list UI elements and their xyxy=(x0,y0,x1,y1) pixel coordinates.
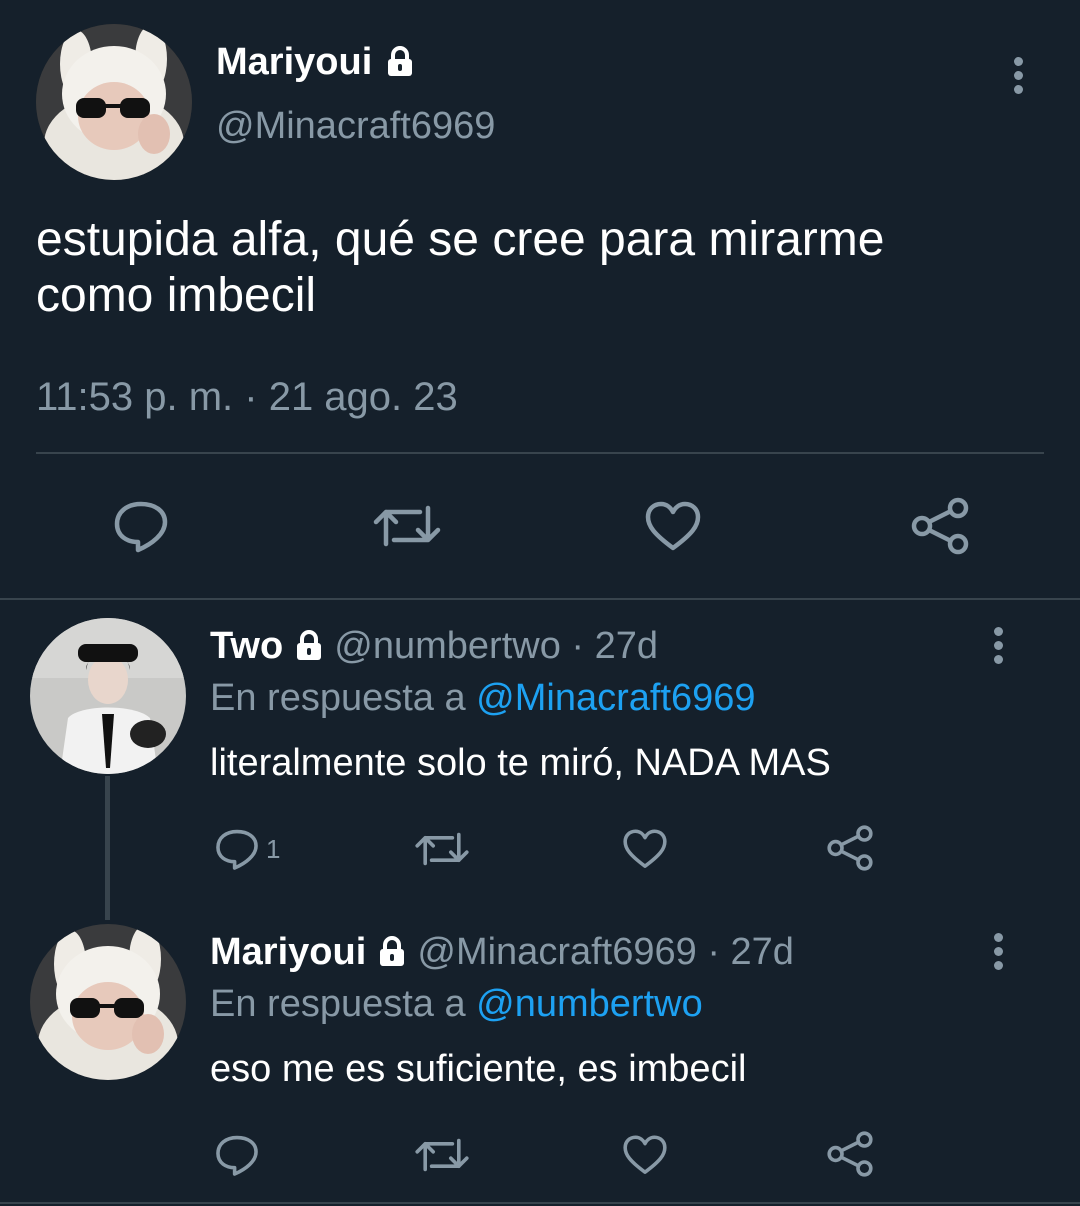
divider xyxy=(36,452,1044,454)
reply-1-like-button[interactable] xyxy=(622,828,668,871)
reply-1-handle[interactable]: @numbertwo xyxy=(334,625,561,667)
reply-1-display-name[interactable]: Two xyxy=(210,625,283,667)
lock-icon xyxy=(379,935,404,966)
retweet-button[interactable] xyxy=(372,500,442,552)
tweet-timestamp[interactable]: 11:53 p. m. · 21 ago. 23 xyxy=(36,374,458,420)
author-handle[interactable]: @Minacraft6969 xyxy=(216,104,495,148)
reply-2-retweet-button[interactable] xyxy=(414,1134,470,1176)
reply-button[interactable] xyxy=(112,498,170,554)
retweet-icon xyxy=(415,1138,469,1172)
avatar-mariyoui[interactable] xyxy=(36,24,192,180)
lock-icon xyxy=(296,629,321,660)
reply-2-in-reply-to: En respuesta a @numbertwo xyxy=(210,982,703,1026)
share-icon xyxy=(827,825,873,871)
retweet-icon xyxy=(415,832,469,866)
share-button[interactable] xyxy=(910,496,970,556)
lock-icon xyxy=(387,45,412,76)
reply-1-reply-count: 1 xyxy=(266,833,281,864)
reply-2-reply-button[interactable] xyxy=(214,1132,260,1178)
reply-1-retweet-button[interactable] xyxy=(414,828,470,870)
avatar-two[interactable] xyxy=(30,618,186,774)
author-name[interactable]: Mariyoui xyxy=(216,40,415,84)
reply-1-share-button[interactable] xyxy=(826,824,874,872)
reply-2-age: · 27d xyxy=(707,931,794,973)
more-vertical-icon[interactable] xyxy=(992,933,1004,975)
reply-icon xyxy=(216,1135,258,1176)
reply-2-like-button[interactable] xyxy=(622,1134,668,1177)
reply-icon xyxy=(114,501,168,553)
reply-2-header: Mariyoui @Minacraft6969 · 27d xyxy=(210,930,794,974)
reply-icon xyxy=(216,829,258,870)
share-icon xyxy=(911,497,969,555)
like-icon xyxy=(623,829,667,868)
reply-1-text: literalmente solo te miró, NADA MAS xyxy=(210,742,831,784)
avatar-mariyoui[interactable] xyxy=(30,924,186,1080)
reply-2-reply-to-link[interactable]: @numbertwo xyxy=(476,983,703,1025)
reply-2-text: eso me es suficiente, es imbecil xyxy=(210,1048,747,1090)
tweet-text: estupida alfa, qué se cree para mirarme … xyxy=(36,212,884,324)
like-icon xyxy=(645,501,701,551)
retweet-icon xyxy=(373,505,441,547)
reply-2-display-name[interactable]: Mariyoui xyxy=(210,931,366,973)
reply-1-age: · 27d xyxy=(571,625,659,667)
reply-1-reply-button[interactable]: 1 xyxy=(214,826,280,872)
thread-connector xyxy=(105,776,110,920)
like-button[interactable] xyxy=(644,500,702,554)
more-vertical-icon[interactable] xyxy=(992,627,1004,669)
reply-1-reply-to-link[interactable]: @Minacraft6969 xyxy=(476,677,755,719)
reply-1-reply-prefix: En respuesta a xyxy=(210,677,466,719)
share-icon xyxy=(827,1131,873,1177)
bottom-divider xyxy=(0,1202,1080,1204)
reply-2-reply-prefix: En respuesta a xyxy=(210,983,466,1025)
tweet-text-line-2: como imbecil xyxy=(36,269,317,322)
tweet-text-line-1: estupida alfa, qué se cree para mirarme xyxy=(36,213,885,266)
author-display-name[interactable]: Mariyoui xyxy=(216,41,372,83)
more-vertical-icon[interactable] xyxy=(1012,57,1024,99)
like-icon xyxy=(623,1135,667,1174)
reply-2-handle[interactable]: @Minacraft6969 xyxy=(417,931,696,973)
reply-2-share-button[interactable] xyxy=(826,1130,874,1178)
section-divider xyxy=(0,598,1080,600)
reply-1-header: Two @numbertwo · 27d xyxy=(210,624,658,668)
reply-1-in-reply-to: En respuesta a @Minacraft6969 xyxy=(210,676,756,720)
